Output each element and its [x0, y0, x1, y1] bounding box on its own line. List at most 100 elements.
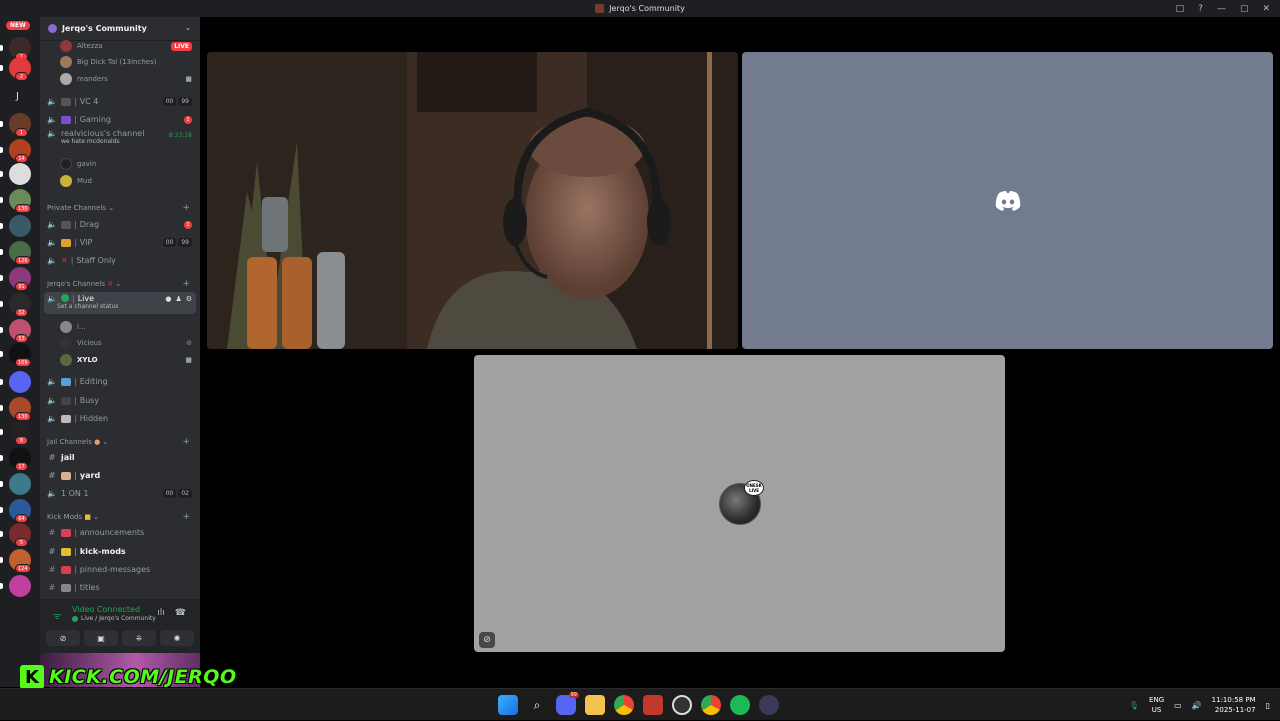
unread-pip [0, 557, 3, 563]
webcam-tile[interactable] [207, 52, 738, 349]
obs-icon[interactable] [672, 695, 692, 715]
avatar [60, 73, 72, 85]
add-channel-icon[interactable]: + [182, 437, 190, 447]
voice-channel[interactable]: 🔈 | VC 4 00 99 [44, 93, 196, 110]
inbox-icon[interactable]: □ [1176, 4, 1185, 14]
channel-name: Busy [79, 396, 100, 405]
voice-user[interactable]: manders ■ [60, 71, 196, 87]
unread-pip [0, 121, 3, 127]
category-private[interactable]: Private Channels ⌄ + [47, 203, 194, 213]
kick-logo: K [20, 665, 44, 689]
chrome-profile-icon[interactable] [701, 695, 721, 715]
voice-user[interactable]: Mud [60, 173, 196, 189]
voice-channel[interactable]: 🔈 ✕ | Staff Only [44, 252, 196, 269]
server-icon-4[interactable] [9, 163, 31, 185]
language-indicator[interactable]: ENG US [1149, 695, 1164, 715]
voice-channel[interactable]: 🔈 | Drag 1 [44, 216, 196, 233]
voice-channel[interactable]: 🔈 | Editing [44, 373, 196, 390]
voice-user[interactable]: gavin [60, 156, 196, 172]
text-channel[interactable]: # | announcements [44, 524, 196, 541]
camera-off-button[interactable]: ⊘ [46, 630, 80, 646]
voice-status[interactable]: Video Connected [72, 605, 140, 614]
server-icon-12[interactable] [9, 371, 31, 393]
soundboard-button[interactable]: ✺ [160, 630, 194, 646]
voice-channel[interactable]: 🔈 1 ON 1 00 02 [44, 485, 196, 502]
chrome-icon[interactable] [614, 695, 634, 715]
voice-user[interactable]: Altezza LIVE [60, 38, 196, 54]
voice-channel[interactable]: 🔈 | Hidden [44, 410, 196, 427]
mention-badge: 130 [15, 204, 31, 213]
unread-pip [0, 481, 3, 487]
voice-location[interactable]: Live / Jerqo's Community [72, 615, 156, 622]
server-icon-16[interactable] [9, 473, 31, 495]
notifications-icon[interactable]: ▯ [1266, 701, 1270, 710]
folder-letter[interactable]: J [16, 91, 19, 102]
add-channel-icon[interactable]: + [182, 512, 190, 522]
text-channel[interactable]: # | titles [44, 579, 196, 596]
voice-user[interactable]: l... [60, 319, 196, 335]
activities-button[interactable]: ⁜ [122, 630, 156, 646]
voice-channel-live[interactable]: 🔈 | Live Set a channel status ● ♟ ⚙ [44, 292, 196, 314]
voice-channel[interactable]: 🔈 | VIP 00 99 [44, 234, 196, 251]
add-channel-icon[interactable]: + [182, 203, 190, 213]
discord-taskbar-icon[interactable]: 99 [556, 692, 579, 715]
avatar-tile[interactable]: ONESK LIVE ⊘ [474, 355, 1005, 652]
maximize-button[interactable]: ▢ [1240, 4, 1249, 14]
clock-time: 11:10:58 PM [1211, 696, 1256, 704]
voice-channel[interactable]: 🔈 | Gaming 1 [44, 111, 196, 128]
camera-off-tile[interactable] [742, 52, 1273, 349]
app-icon[interactable] [643, 695, 663, 715]
channel-name: Editing [79, 377, 108, 386]
category-kick-mods[interactable]: Kick Mods ■ ⌄ + [47, 512, 194, 522]
disconnect-icon[interactable]: ☎ [175, 608, 186, 618]
app-icon[interactable] [759, 695, 779, 715]
avatar [60, 354, 72, 366]
invite-icon[interactable]: ♟ [175, 295, 181, 303]
server-icon-6[interactable] [9, 215, 31, 237]
voice-user[interactable]: Vicious ⊘ [60, 335, 196, 351]
text-channel[interactable]: # jail [44, 449, 196, 466]
avatar [60, 56, 72, 68]
voice-user[interactable]: XYLO ■ [60, 352, 196, 368]
file-explorer-icon[interactable] [585, 695, 605, 715]
text-channel[interactable]: # | yard [44, 467, 196, 484]
channel-name: announcements [79, 528, 145, 537]
webcam-video [207, 52, 738, 349]
clock[interactable]: 11:10:58 PM 2025-11-07 [1212, 695, 1256, 715]
unread-pip [0, 171, 3, 177]
spotify-icon[interactable] [730, 695, 750, 715]
text-channel[interactable]: # | kick-mods [44, 543, 196, 560]
help-icon[interactable]: ? [1198, 4, 1203, 14]
close-button[interactable]: ✕ [1262, 4, 1270, 14]
server-icon-20[interactable] [9, 575, 31, 597]
voice-channel[interactable]: 🔈 realvicious's channel we hate mcdonald… [44, 129, 196, 151]
voice-location-text: Live / Jerqo's Community [81, 615, 156, 622]
voice-channel[interactable]: 🔈 | Busy [44, 392, 196, 409]
voice-user[interactable]: Big Dick Tal (13inches) [60, 54, 196, 70]
status-dot [72, 615, 78, 622]
unread-pip [0, 327, 3, 333]
microphone-icon[interactable]: 🎙 [1129, 701, 1139, 710]
text-channel[interactable]: # | pinned-messages [44, 561, 196, 578]
add-channel-icon[interactable]: + [182, 279, 190, 289]
category-jerqo[interactable]: Jerqo's Channels ✕ ⌄ + [47, 279, 194, 289]
minimize-button[interactable]: — [1217, 4, 1226, 14]
speaker-icon: 🔈 [47, 115, 57, 124]
noise-suppression-icon[interactable]: ılı [157, 608, 165, 618]
user-count: 00 [162, 489, 177, 498]
channel-timer: 8:23:18 [168, 132, 192, 139]
gear-icon[interactable]: ⚙ [186, 295, 192, 303]
volume-icon[interactable]: 🔊 [1192, 701, 1202, 710]
unread-pip [0, 249, 3, 255]
start-button-icon[interactable] [498, 695, 518, 715]
category-jail[interactable]: Jail Channels ● ⌄ + [47, 437, 194, 447]
signal-icon[interactable]: ᯤ [53, 609, 61, 622]
chat-icon[interactable]: ● [165, 295, 171, 303]
screen-share-button[interactable]: ▣ [84, 630, 118, 646]
lang-region: US [1151, 706, 1162, 714]
network-icon[interactable]: ▭ [1174, 701, 1182, 710]
channel-status[interactable]: Set a channel status [57, 303, 118, 310]
channel-emoji [61, 396, 71, 405]
search-icon[interactable]: ⌕ [527, 695, 547, 715]
chevron-down-icon[interactable]: ⌄ [185, 24, 191, 32]
